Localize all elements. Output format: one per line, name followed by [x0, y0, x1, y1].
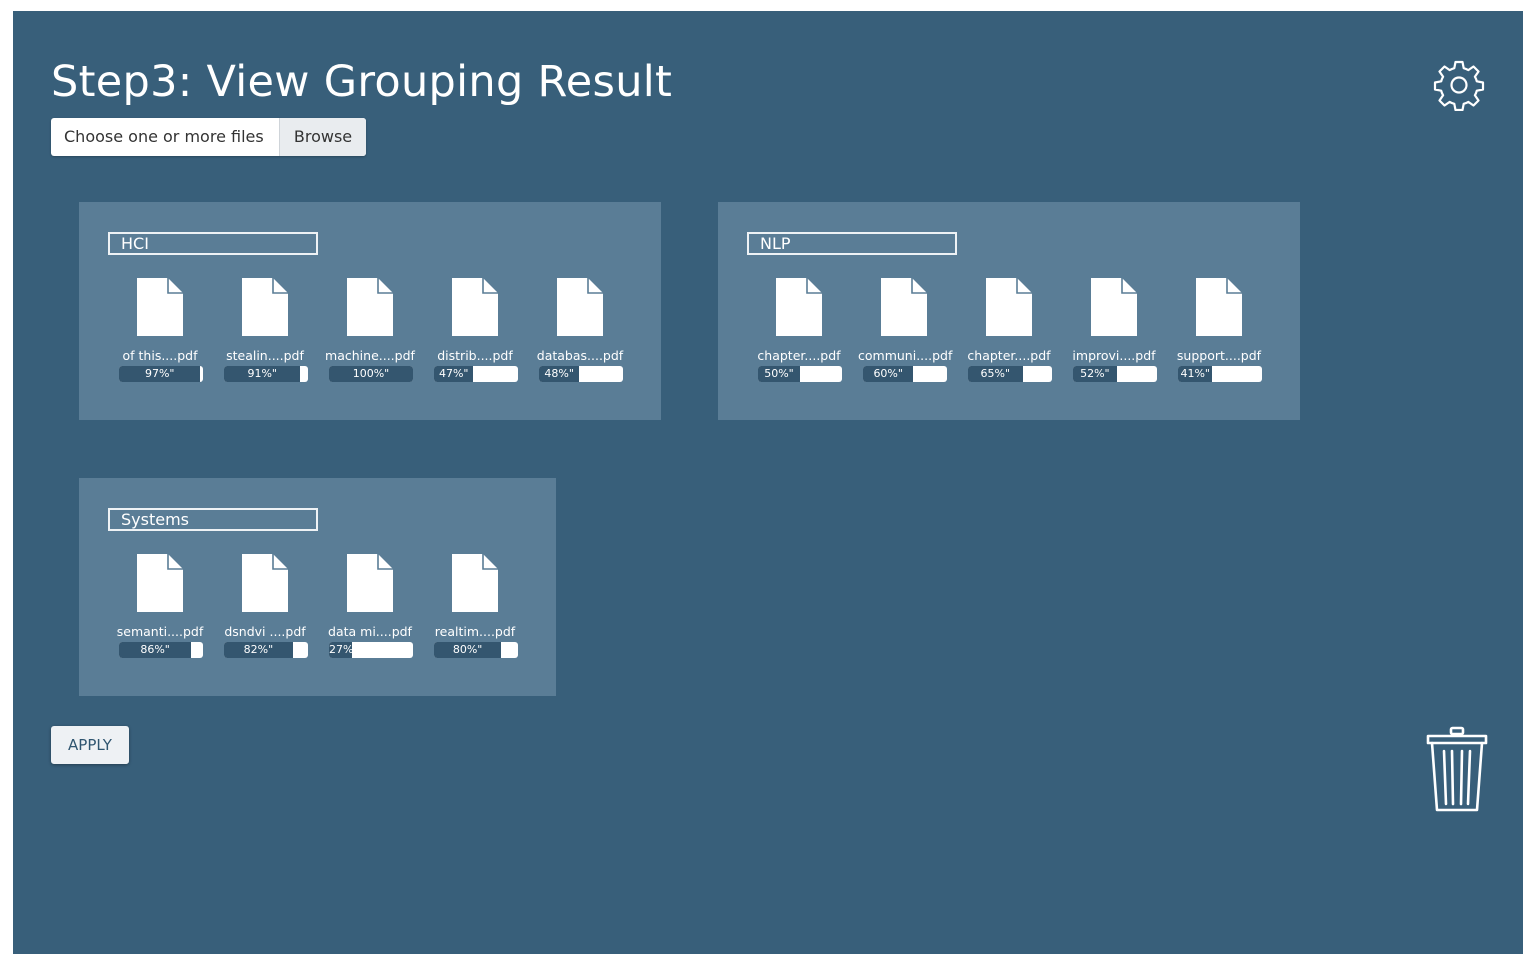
progress-bar: 41%" [1178, 366, 1262, 382]
file-icon [1196, 278, 1242, 336]
progress-bar: 47%" [434, 366, 518, 382]
file-list: semanti....pdf 86%" dsndvi ....pdf 82%" da… [117, 554, 539, 664]
file-item[interactable]: support....pdf 41%" [1177, 278, 1283, 388]
file-picker[interactable]: Choose one or more files Browse [51, 118, 366, 156]
file-name: data mi....pdf [328, 624, 412, 639]
progress-bar: 52%" [1073, 366, 1157, 382]
file-icon [557, 278, 603, 336]
group-name-input[interactable]: Systems [108, 508, 318, 531]
progress-bar: 65%" [968, 366, 1052, 382]
file-item[interactable]: databas....pdf 48%" [537, 278, 644, 388]
group-panel-hci: HCI of this....pdf 97%" stealin....pdf 91%… [79, 202, 661, 420]
file-item[interactable]: distrib....pdf 47%" [434, 278, 539, 388]
file-item[interactable]: dsndvi ....pdf 82%" [224, 554, 329, 664]
file-icon [452, 554, 498, 612]
file-icon [137, 554, 183, 612]
progress-label: 97%" [144, 367, 175, 380]
progress-bar: 97%" [119, 366, 203, 382]
file-name: semanti....pdf [116, 624, 204, 639]
progress-label: 50%" [764, 367, 794, 380]
app-window: Step3: View Grouping Result Choose one o… [13, 11, 1523, 954]
file-name: stealin....pdf [226, 348, 304, 363]
file-list: chapter....pdf 50%" communi....pdf 60%" ch… [757, 278, 1283, 388]
file-name: of this....pdf [122, 348, 198, 363]
file-list: of this....pdf 97%" stealin....pdf 91%" ma… [119, 278, 644, 388]
browse-button[interactable]: Browse [279, 118, 366, 156]
file-item[interactable]: data mi....pdf 27%" [328, 554, 434, 664]
group-name-input[interactable]: HCI [108, 232, 318, 255]
file-icon [347, 278, 393, 336]
file-name: realtim....pdf [434, 624, 516, 639]
file-icon [452, 278, 498, 336]
file-icon [776, 278, 822, 336]
progress-bar: 48%" [539, 366, 623, 382]
file-item[interactable]: stealin....pdf 91%" [224, 278, 329, 388]
progress-label: 47%" [438, 367, 469, 380]
apply-button[interactable]: APPLY [51, 726, 129, 764]
progress-label: 48%" [544, 367, 574, 380]
file-name: communi....pdf [858, 348, 953, 363]
file-name: databas....pdf [536, 348, 624, 363]
file-name: distrib....pdf [437, 348, 513, 363]
progress-label: 41%" [1180, 367, 1210, 380]
file-input[interactable]: Choose one or more files [51, 118, 279, 156]
progress-label: 65%" [980, 367, 1011, 380]
progress-label: 60%" [873, 367, 903, 380]
progress-label: 82%" [243, 643, 274, 656]
file-item[interactable]: chapter....pdf 65%" [967, 278, 1073, 388]
file-name: dsndvi ....pdf [224, 624, 306, 639]
file-icon [1091, 278, 1137, 336]
progress-label: 100%" [352, 367, 390, 380]
gear-icon[interactable] [1433, 59, 1485, 111]
progress-label: 27%" [329, 643, 359, 656]
file-icon [881, 278, 927, 336]
file-item[interactable]: improvi....pdf 52%" [1072, 278, 1178, 388]
group-name-input[interactable]: NLP [747, 232, 957, 255]
progress-bar: 60%" [863, 366, 947, 382]
file-name: improvi....pdf [1072, 348, 1156, 363]
progress-bar: 27%" [329, 642, 413, 658]
file-icon [137, 278, 183, 336]
file-name: chapter....pdf [967, 348, 1051, 363]
file-item[interactable]: realtim....pdf 80%" [434, 554, 539, 664]
file-name: chapter....pdf [757, 348, 841, 363]
file-icon [986, 278, 1032, 336]
progress-label: 91%" [247, 367, 277, 380]
trash-icon[interactable] [1425, 726, 1489, 814]
progress-bar: 86%" [119, 642, 203, 658]
group-panel-nlp: NLP chapter....pdf 50%" communi....pdf 60%… [718, 202, 1300, 420]
progress-bar: 80%" [434, 642, 518, 658]
file-name: machine....pdf [325, 348, 415, 363]
progress-label: 52%" [1080, 367, 1110, 380]
progress-label: 86%" [140, 643, 170, 656]
progress-label: 80%" [452, 643, 483, 656]
file-item[interactable]: chapter....pdf 50%" [757, 278, 863, 388]
file-item[interactable]: semanti....pdf 86%" [117, 554, 224, 664]
progress-bar: 100%" [329, 366, 413, 382]
file-item[interactable]: machine....pdf 100%" [325, 278, 434, 388]
progress-bar: 82%" [224, 642, 308, 658]
file-name: support....pdf [1176, 348, 1262, 363]
progress-bar: 91%" [224, 366, 308, 382]
group-panel-systems: Systems semanti....pdf 86%" dsndvi ....pd… [79, 478, 556, 696]
file-item[interactable]: of this....pdf 97%" [119, 278, 224, 388]
file-item[interactable]: communi....pdf 60%" [858, 278, 968, 388]
file-icon [347, 554, 393, 612]
page-title: Step3: View Grouping Result [51, 57, 673, 107]
file-icon [242, 278, 288, 336]
file-icon [242, 554, 288, 612]
progress-bar: 50%" [758, 366, 842, 382]
